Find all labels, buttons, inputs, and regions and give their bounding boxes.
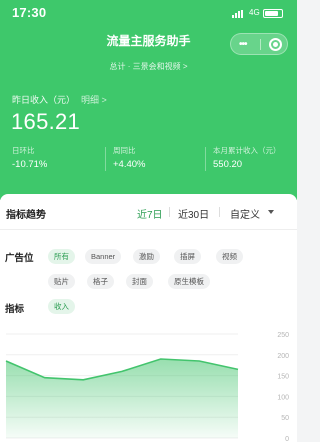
chip-ad-interstitial[interactable]: 插屏 [174, 249, 201, 264]
chip-metric-income[interactable]: 收入 [48, 299, 75, 314]
stat-divider [205, 147, 206, 171]
chip-ad-banner[interactable]: Banner [85, 249, 122, 264]
stat-value: +4.40% [113, 159, 146, 170]
range-divider [219, 207, 220, 217]
trend-title: 指标趋势 [6, 210, 46, 221]
y-tick-label: 250 [277, 332, 289, 339]
chip-ad-preroll[interactable]: 贴片 [48, 274, 75, 289]
chip-ad-all[interactable]: 所有 [48, 249, 75, 264]
network-label: 4G [249, 8, 260, 17]
status-time: 17:30 [12, 5, 47, 20]
y-tick-label: 0 [285, 436, 289, 442]
capsule-divider [260, 39, 261, 50]
status-bar: 17:30 4G [0, 0, 297, 26]
signal-icon [232, 10, 244, 18]
range-divider [169, 207, 170, 217]
range-tab-custom[interactable]: 自定义 [230, 206, 260, 221]
ad-position-label: 广告位 [5, 253, 34, 264]
more-icon[interactable]: ••• [239, 39, 247, 50]
chip-ad-reward[interactable]: 激励 [133, 249, 160, 264]
account-switcher[interactable]: 总计 · 三景会和视频 > [0, 61, 297, 72]
trend-chart: 250 200 150 100 50 0 [0, 326, 297, 442]
chip-ad-cover[interactable]: 封面 [126, 274, 153, 289]
income-value: 165.21 [11, 109, 81, 134]
close-icon[interactable] [269, 38, 282, 51]
y-tick-label: 150 [277, 374, 289, 381]
stat-label: 日环比 [12, 146, 35, 155]
y-tick-label: 100 [277, 394, 289, 401]
stat-month-total: 本月累计收入（元） 550.20 [205, 145, 311, 175]
stat-value: -10.71% [12, 159, 48, 170]
stat-label: 周同比 [113, 146, 136, 155]
stat-week-on-week: 周同比 +4.40% [105, 145, 211, 175]
mini-program-capsule[interactable]: ••• [230, 33, 288, 55]
income-label: 昨日收入（元） 明细 > [12, 93, 107, 106]
range-tab-30d[interactable]: 近30日 [178, 206, 209, 221]
chip-ad-video[interactable]: 视频 [216, 249, 243, 264]
stat-day-on-day: 日环比 -10.71% [12, 145, 110, 175]
chevron-down-icon[interactable] [268, 210, 274, 214]
chip-ad-native-template[interactable]: 原生模板 [168, 274, 210, 289]
income-label-text: 昨日收入（元） [12, 95, 76, 105]
income-stats: 日环比 -10.71% 周同比 +4.40% 本月累计收入（元） 550.20 [0, 145, 297, 175]
battery-icon [263, 9, 283, 18]
stat-label: 本月累计收入（元） [213, 146, 281, 155]
y-tick-label: 200 [277, 353, 289, 360]
header: 17:30 4G 流量主服务助手 ••• 总计 · 三景会和视频 > 昨日收入（… [0, 0, 297, 200]
range-tab-7d[interactable]: 近7日 [137, 206, 163, 221]
stat-value: 550.20 [213, 159, 243, 170]
income-detail-link[interactable]: 明细 > [81, 95, 107, 105]
divider [0, 229, 297, 230]
y-tick-label: 50 [281, 415, 289, 422]
chip-ad-grid[interactable]: 格子 [87, 274, 114, 289]
stat-divider [105, 147, 106, 171]
metric-label: 指标 [5, 304, 25, 315]
trend-chart-svg: 250 200 150 100 50 0 [5, 332, 289, 442]
